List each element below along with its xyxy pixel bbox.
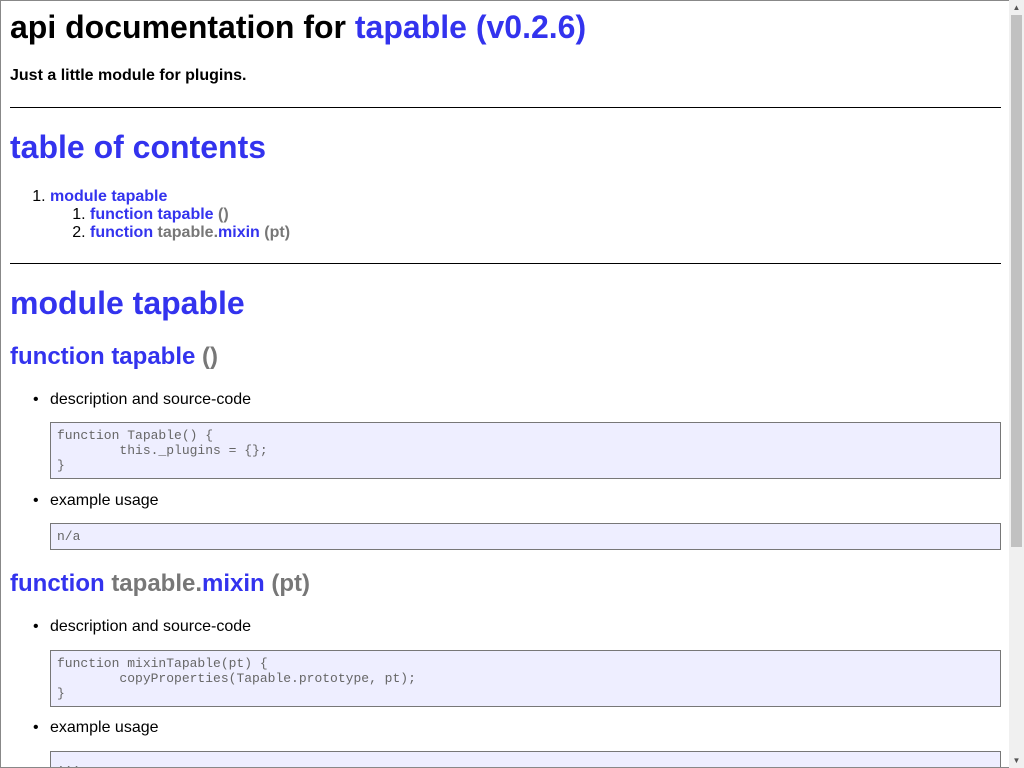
toc-link-function-tapable[interactable]: function tapable: [90, 206, 214, 223]
example-code-block: ...: [50, 751, 1001, 767]
arrow-down-icon[interactable]: ▼: [1009, 753, 1024, 768]
toc-list: module tapable function tapable () funct…: [10, 188, 290, 242]
divider: [10, 263, 1001, 264]
toc-function-name: tapable: [157, 206, 214, 223]
toc-sublist: function tapable () function tapable.mix…: [50, 206, 290, 242]
function-keyword: function: [10, 343, 105, 370]
divider: [10, 107, 1001, 108]
toc-item-module: module tapable function tapable () funct…: [50, 188, 290, 242]
example-code-block: n/a: [50, 523, 1001, 550]
function-link-mixin[interactable]: mixin: [202, 570, 265, 597]
arrow-up-icon[interactable]: ▲: [1009, 0, 1024, 15]
function-name: tapable: [111, 343, 196, 370]
toc-item-function-mixin: function tapable.mixin (pt): [90, 224, 290, 242]
toc-function-prefix: tapable.: [157, 224, 219, 241]
document-frame: api documentation for tapable (v0.2.6) J…: [0, 0, 1009, 768]
function-title-mixin: function tapable.mixin (pt): [10, 570, 310, 598]
package-description: Just a little module for plugins.: [10, 67, 247, 84]
module-link[interactable]: module tapable: [10, 285, 245, 321]
page-title-prefix: api documentation for: [10, 9, 346, 45]
page-title: api documentation for tapable (v0.2.6): [10, 9, 586, 46]
source-code-block: function mixinTapable(pt) { copyProperti…: [50, 650, 1001, 707]
toc-link-module-tapable[interactable]: module tapable: [50, 188, 167, 205]
example-label: example usage: [33, 719, 158, 737]
description-label: description and source-code: [33, 391, 251, 409]
toc-keyword: function: [90, 224, 154, 241]
function-args: (): [202, 343, 218, 370]
table-of-contents: module tapable function tapable () funct…: [10, 188, 290, 242]
function-link-tapable[interactable]: function tapable: [10, 343, 195, 370]
function-link-mixin-keyword[interactable]: function: [10, 570, 105, 597]
function-title-tapable: function tapable (): [10, 343, 218, 371]
toc-link-function-mixin[interactable]: function: [90, 224, 153, 241]
scrollbar-thumb[interactable]: [1011, 15, 1022, 547]
toc-title: table of contents: [10, 129, 267, 165]
description-label: description and source-code: [33, 618, 251, 636]
toc-keyword: function: [90, 206, 154, 223]
module-title: module tapable: [10, 285, 245, 322]
toc-function-args: (pt): [264, 224, 291, 241]
toc-item-function-tapable: function tapable (): [90, 206, 290, 224]
toc-function-args: (): [218, 206, 229, 223]
example-label: example usage: [33, 492, 158, 510]
vertical-scrollbar[interactable]: ▲ ▼: [1009, 0, 1024, 768]
source-code-block: function Tapable() { this._plugins = {};…: [50, 422, 1001, 479]
function-args: (pt): [271, 570, 311, 597]
function-prefix: tapable.: [111, 570, 203, 597]
toc-link-mixin-name[interactable]: mixin: [218, 224, 260, 241]
package-link[interactable]: tapable (v0.2.6): [355, 9, 586, 45]
